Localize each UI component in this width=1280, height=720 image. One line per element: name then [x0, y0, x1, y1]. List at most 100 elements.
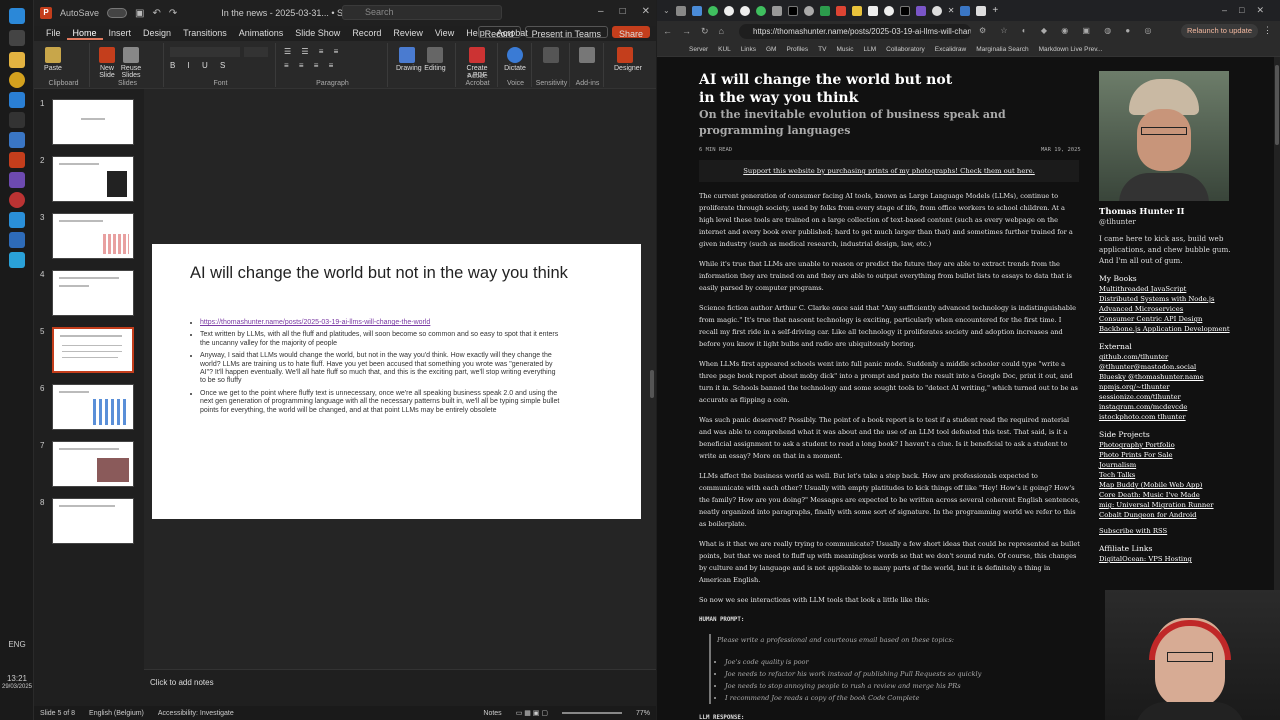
external-link[interactable]: instagram.com/mcdevcde — [1099, 402, 1239, 412]
bookmark-item[interactable]: Links — [741, 46, 756, 53]
bullets-icon[interactable]: ☰ ☰ ≡ ≡ — [284, 47, 342, 56]
maximize-icon[interactable]: □ — [620, 6, 626, 17]
save-icon[interactable]: ▣ — [135, 8, 144, 19]
minimize-icon[interactable]: – — [598, 6, 604, 17]
support-link[interactable]: Support this website by purchasing print… — [699, 160, 1079, 182]
tab-favicon[interactable] — [819, 5, 830, 16]
search-input[interactable]: Search — [342, 5, 502, 20]
external-link[interactable]: @tlhunter@mastodon.social — [1099, 362, 1239, 372]
tab-favicon[interactable] — [867, 5, 878, 16]
tab-menu-icon[interactable]: ⌄ — [663, 6, 670, 15]
tab-transitions[interactable]: Transitions — [177, 26, 233, 40]
tab-record[interactable]: Record — [346, 26, 387, 40]
bookmark-item[interactable]: TV — [818, 46, 826, 53]
vscode-icon[interactable] — [9, 92, 25, 108]
tab-favicon[interactable] — [931, 5, 942, 16]
font-name-select[interactable] — [170, 47, 240, 57]
designer-button[interactable]: Designer — [614, 47, 642, 72]
book-link[interactable]: Consumer Centric API Design — [1099, 314, 1239, 324]
bookmark-item[interactable]: Profiles — [786, 46, 808, 53]
rss-link[interactable]: Subscribe with RSS — [1099, 526, 1239, 536]
tab-view[interactable]: View — [429, 26, 460, 40]
zoom-slider[interactable] — [561, 712, 622, 714]
scrollbar-thumb[interactable] — [1275, 65, 1279, 145]
tab-favicon[interactable] — [707, 5, 718, 16]
slide-thumbnail-5[interactable] — [52, 327, 134, 373]
external-link[interactable]: Bluesky @thomashunter.name — [1099, 372, 1239, 382]
book-link[interactable]: Backbone.js Application Development — [1099, 324, 1239, 334]
font-format-buttons[interactable]: B I U S — [170, 61, 230, 70]
url-input[interactable]: https://thomashunter.name/posts/2025-03-… — [739, 24, 971, 39]
menu-icon[interactable]: ⋮ — [1263, 25, 1272, 36]
record-button[interactable]: Record — [477, 26, 521, 39]
present-in-teams-button[interactable]: Present in Teams — [524, 26, 608, 39]
bookmark-item[interactable]: Markdown Live Prev... — [1039, 46, 1103, 53]
book-link[interactable]: Advanced Microservices — [1099, 304, 1239, 314]
project-link[interactable]: mig: Universal Migration Runner — [1099, 500, 1239, 510]
paste-button[interactable]: Paste — [42, 47, 64, 72]
tab-design[interactable]: Design — [137, 26, 177, 40]
autosave-toggle[interactable] — [107, 8, 128, 18]
slide-thumbnail-1[interactable] — [52, 99, 134, 145]
close-icon[interactable]: ✕ — [642, 6, 650, 17]
project-link[interactable]: Photo Prints For Sale — [1099, 450, 1239, 460]
project-link[interactable]: Cobalt Dungeon for Android — [1099, 510, 1239, 520]
tab-favicon[interactable] — [960, 5, 971, 16]
accessibility-status[interactable]: Accessibility: Investigate — [158, 710, 234, 717]
bookmark-item[interactable]: LLM — [863, 46, 876, 53]
powerpoint-icon[interactable] — [9, 152, 25, 168]
project-link[interactable]: Core Death: Music I've Made — [1099, 490, 1239, 500]
tab-favicon[interactable] — [755, 5, 766, 16]
extensions-icons[interactable]: ⚙ ☆ ◐ ◆ ◉ ▣ ◍ ● ◎ — [979, 26, 1157, 35]
redo-icon[interactable]: ↷ — [169, 8, 177, 19]
sensitivity-button[interactable] — [540, 47, 562, 65]
slide-thumbnail-2[interactable] — [52, 156, 134, 202]
tab-review[interactable]: Review — [387, 26, 429, 40]
language-indicator[interactable]: ENG — [0, 640, 34, 649]
external-link[interactable]: github.com/tlhunter — [1099, 352, 1239, 362]
undo-icon[interactable]: ↶ — [152, 8, 160, 19]
tab-favicon[interactable] — [691, 5, 702, 16]
project-link[interactable]: Journalism — [1099, 460, 1239, 470]
slide-thumbnail-6[interactable] — [52, 384, 134, 430]
vertical-scrollbar[interactable] — [650, 370, 654, 398]
slide-title[interactable]: AI will change the world but not in the … — [190, 265, 630, 282]
external-link[interactable]: istockphoto.com tlhunter — [1099, 412, 1239, 422]
project-link[interactable]: Photography Portfolio — [1099, 440, 1239, 450]
slide-thumbnail-4[interactable] — [52, 270, 134, 316]
reload-icon[interactable]: ↻ — [701, 26, 709, 37]
slide-thumbnail-3[interactable] — [52, 213, 134, 259]
github-icon[interactable] — [723, 5, 734, 16]
github-icon[interactable] — [883, 5, 894, 16]
slide-link[interactable]: https://thomashunter.name/posts/2025-03-… — [200, 319, 430, 326]
zoom-level[interactable]: 77% — [636, 710, 650, 717]
reuse-slides-button[interactable]: Reuse Slides — [120, 47, 142, 79]
project-link[interactable]: Tech Talks — [1099, 470, 1239, 480]
app-icon[interactable] — [9, 252, 25, 268]
bookmark-item[interactable]: Collaboratory — [886, 46, 925, 53]
tab-favicon[interactable] — [675, 5, 686, 16]
tab-insert[interactable]: Insert — [103, 26, 138, 40]
x-icon[interactable] — [899, 5, 910, 16]
tab-animations[interactable]: Animations — [233, 26, 290, 40]
view-icons[interactable]: ▭ ▦ ▣ ▢ — [516, 709, 548, 717]
app-icon[interactable] — [9, 212, 25, 228]
app-icon[interactable] — [9, 172, 25, 188]
app-icon[interactable] — [9, 132, 25, 148]
addins-button[interactable] — [576, 47, 598, 65]
x-icon[interactable] — [787, 5, 798, 16]
tab-home[interactable]: Home — [66, 26, 103, 40]
relaunch-to-update-button[interactable]: Relaunch to update — [1180, 24, 1258, 38]
terminal-icon[interactable] — [9, 112, 25, 128]
tab-close-icon[interactable]: ✕ — [948, 6, 955, 15]
app-icon[interactable] — [9, 232, 25, 248]
file-explorer-icon[interactable] — [9, 52, 25, 68]
tab-favicon[interactable] — [835, 5, 846, 16]
slide-thumbnail-8[interactable] — [52, 498, 134, 544]
current-slide[interactable]: AI will change the world but not in the … — [152, 244, 641, 519]
tab-favicon[interactable] — [976, 5, 987, 16]
share-button[interactable]: Share — [611, 26, 650, 39]
book-link[interactable]: Multithreaded JavaScript — [1099, 284, 1239, 294]
font-size-select[interactable] — [244, 47, 268, 57]
dictate-button[interactable]: Dictate — [504, 47, 526, 72]
